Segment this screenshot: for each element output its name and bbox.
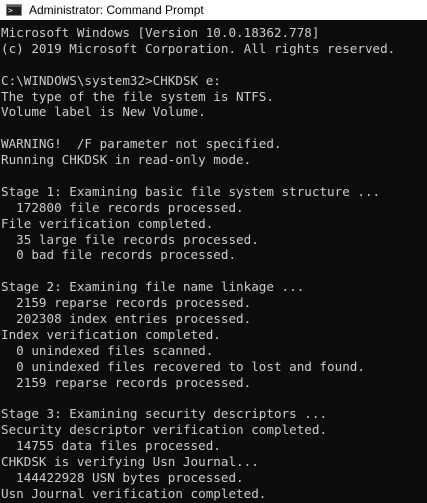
console-line: Volume label is New Volume. xyxy=(1,104,206,120)
console-line: CHKDSK is verifying Usn Journal... xyxy=(1,454,259,470)
console-line: 202308 index entries processed. xyxy=(1,311,252,327)
console-line: WARNING! /F parameter not specified. xyxy=(1,136,282,152)
console-line: Index verification completed. xyxy=(1,326,221,342)
console-line: Running CHKDSK in read-only mode. xyxy=(1,152,252,168)
console-line: (c) 2019 Microsoft Corporation. All righ… xyxy=(1,40,396,56)
cmd-icon[interactable] xyxy=(6,4,22,16)
console-line: 2159 reparse records processed. xyxy=(1,295,252,311)
console-line: Stage 2: Examining file name linkage ... xyxy=(1,279,305,295)
console-output[interactable]: Microsoft Windows [Version 10.0.18362.77… xyxy=(0,25,427,503)
console-line: 2159 reparse records processed. xyxy=(1,374,252,390)
console-line: Security descriptor verification complet… xyxy=(1,422,328,438)
command-prompt-window: Administrator: Command Prompt Microsoft … xyxy=(0,0,427,503)
console-line: Stage 3: Examining security descriptors … xyxy=(1,406,328,422)
console-line: 172800 file records processed. xyxy=(1,199,244,215)
console-line: The type of the file system is NTFS. xyxy=(1,88,274,104)
console-line: 14755 data files processed. xyxy=(1,438,221,454)
console-line: Microsoft Windows [Version 10.0.18362.77… xyxy=(1,25,320,40)
console-line: Stage 1: Examining basic file system str… xyxy=(1,183,381,199)
console-line: 35 large file records processed. xyxy=(1,231,259,247)
console-line: 0 unindexed files scanned. xyxy=(1,342,214,358)
console-line: Usn Journal verification completed. xyxy=(1,485,267,501)
console-line: 0 unindexed files recovered to lost and … xyxy=(1,358,365,374)
console-line: File verification completed. xyxy=(1,215,214,231)
title-bar[interactable]: Administrator: Command Prompt xyxy=(0,0,427,20)
console-line: 0 bad file records processed. xyxy=(1,247,237,263)
window-title: Administrator: Command Prompt xyxy=(29,3,204,17)
console-line: C:\WINDOWS\system32>CHKDSK e: xyxy=(1,72,221,88)
console-line: 144422928 USN bytes processed. xyxy=(1,469,244,485)
